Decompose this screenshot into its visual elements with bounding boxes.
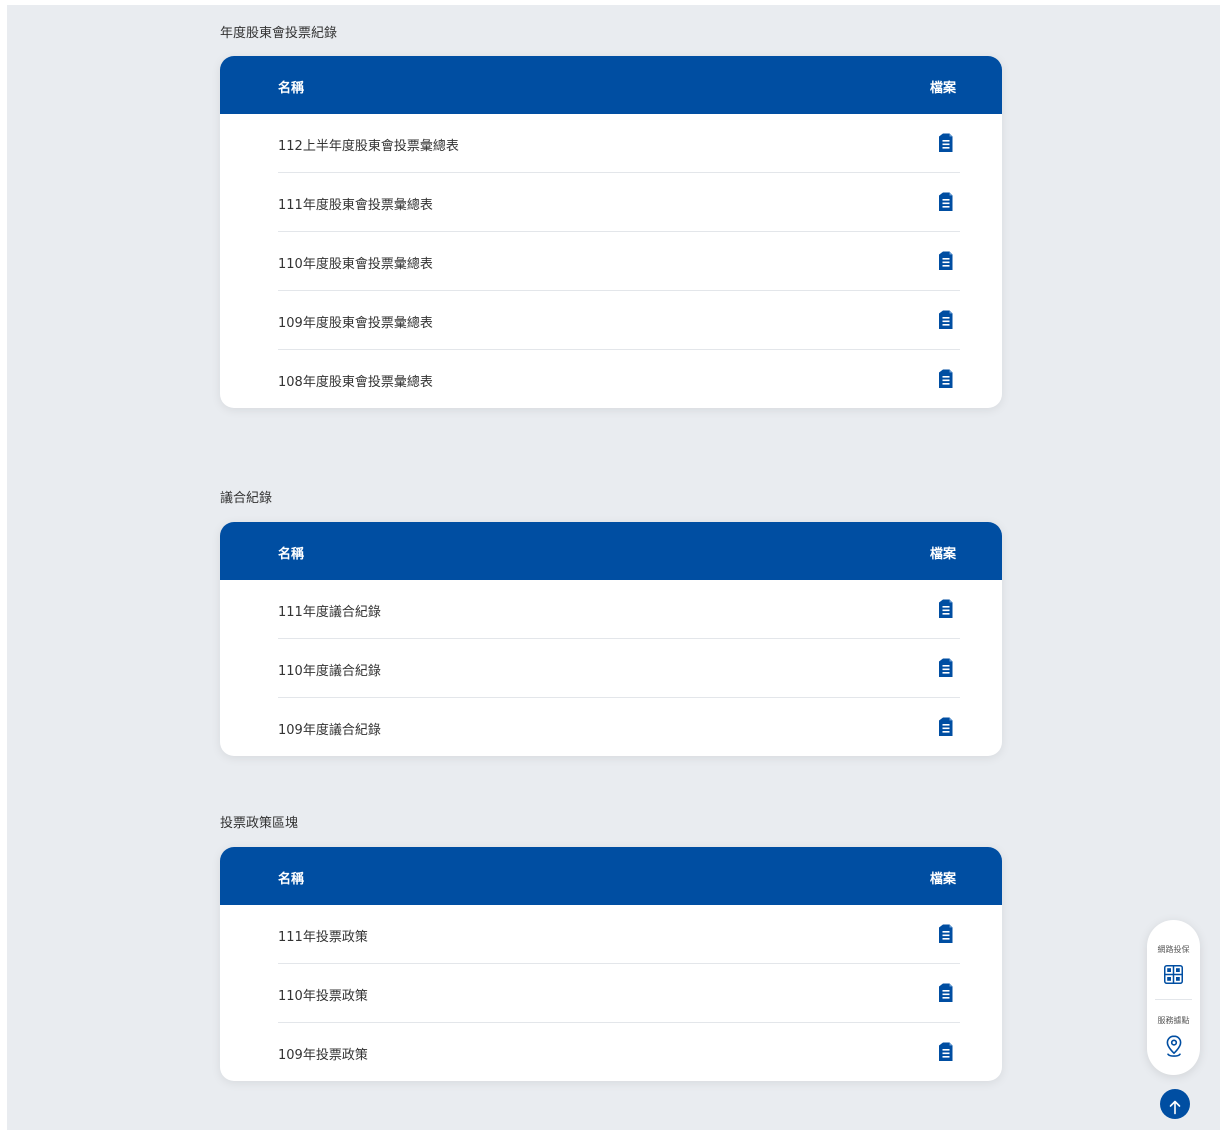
document-icon[interactable] bbox=[939, 1042, 953, 1062]
table-row[interactable]: 112上半年度股東會投票彙總表 bbox=[278, 114, 960, 173]
records-table: 名稱 檔案 111年度議合紀錄 110年度議合紀錄 109年度議合紀錄 bbox=[220, 522, 1002, 756]
document-icon[interactable] bbox=[939, 310, 953, 330]
column-header-name: 名稱 bbox=[278, 872, 305, 887]
row-name[interactable]: 109年度股東會投票彙總表 bbox=[278, 312, 433, 331]
location-pin-icon bbox=[1165, 1035, 1183, 1057]
column-header-file: 檔案 bbox=[929, 547, 956, 562]
column-header-name: 名稱 bbox=[278, 547, 305, 562]
document-icon[interactable] bbox=[939, 192, 953, 212]
menu-divider bbox=[1155, 999, 1192, 1000]
column-header-name: 名稱 bbox=[278, 81, 305, 96]
document-icon[interactable] bbox=[939, 983, 953, 1003]
table-row[interactable]: 109年投票政策 bbox=[278, 1023, 960, 1081]
table-header: 名稱 檔案 bbox=[220, 522, 1002, 580]
grid-icon bbox=[1164, 965, 1183, 984]
document-icon[interactable] bbox=[939, 658, 953, 678]
table-body: 112上半年度股東會投票彙總表 111年度股東會投票彙總表 110年度股東會投票… bbox=[220, 114, 1002, 408]
row-name[interactable]: 108年度股東會投票彙總表 bbox=[278, 371, 433, 390]
document-icon[interactable] bbox=[939, 924, 953, 944]
row-name[interactable]: 111年度議合紀錄 bbox=[278, 601, 381, 620]
document-icon[interactable] bbox=[939, 599, 953, 619]
column-header-file: 檔案 bbox=[929, 872, 956, 887]
table-row[interactable]: 110年度股東會投票彙總表 bbox=[278, 232, 960, 291]
table-row[interactable]: 108年度股東會投票彙總表 bbox=[278, 350, 960, 408]
document-icon[interactable] bbox=[939, 251, 953, 271]
table-row[interactable]: 110年投票政策 bbox=[278, 964, 960, 1023]
row-name[interactable]: 112上半年度股東會投票彙總表 bbox=[278, 135, 459, 154]
section-title: 議合紀錄 bbox=[220, 491, 273, 506]
table-body: 111年度議合紀錄 110年度議合紀錄 109年度議合紀錄 bbox=[220, 580, 1002, 756]
back-to-top-button[interactable] bbox=[1160, 1089, 1190, 1119]
table-row[interactable]: 109年度股東會投票彙總表 bbox=[278, 291, 960, 350]
arrow-up-icon bbox=[1168, 1096, 1182, 1115]
document-icon[interactable] bbox=[939, 133, 953, 153]
row-name[interactable]: 110年度議合紀錄 bbox=[278, 660, 381, 679]
records-table: 名稱 檔案 112上半年度股東會投票彙總表 111年度股東會投票彙總表 110年… bbox=[220, 56, 1002, 408]
records-table: 名稱 檔案 111年投票政策 110年投票政策 109年投票政策 bbox=[220, 847, 1002, 1081]
online-insurance-label: 網路投保 bbox=[1157, 945, 1190, 954]
table-body: 111年投票政策 110年投票政策 109年投票政策 bbox=[220, 905, 1002, 1081]
service-locations-button[interactable]: 服務據點 bbox=[1147, 1015, 1200, 1085]
column-header-file: 檔案 bbox=[929, 81, 956, 96]
table-row[interactable]: 109年度議合紀錄 bbox=[278, 698, 960, 756]
online-insurance-button[interactable]: 網路投保 bbox=[1147, 944, 1200, 1014]
service-locations-label: 服務據點 bbox=[1157, 1016, 1190, 1025]
table-row[interactable]: 111年投票政策 bbox=[278, 905, 960, 964]
table-header: 名稱 檔案 bbox=[220, 847, 1002, 905]
table-row[interactable]: 111年度議合紀錄 bbox=[278, 580, 960, 639]
table-row[interactable]: 110年度議合紀錄 bbox=[278, 639, 960, 698]
section-title: 投票政策區塊 bbox=[220, 816, 299, 831]
row-name[interactable]: 110年度股東會投票彙總表 bbox=[278, 253, 433, 272]
row-name[interactable]: 109年度議合紀錄 bbox=[278, 719, 381, 738]
floating-quick-menu: 網路投保 服務據點 bbox=[1147, 920, 1200, 1075]
table-header: 名稱 檔案 bbox=[220, 56, 1002, 114]
document-icon[interactable] bbox=[939, 717, 953, 737]
row-name[interactable]: 111年投票政策 bbox=[278, 926, 368, 945]
row-name[interactable]: 109年投票政策 bbox=[278, 1044, 368, 1063]
row-name[interactable]: 111年度股東會投票彙總表 bbox=[278, 194, 433, 213]
document-icon[interactable] bbox=[939, 369, 953, 389]
table-row[interactable]: 111年度股東會投票彙總表 bbox=[278, 173, 960, 232]
row-name[interactable]: 110年投票政策 bbox=[278, 985, 368, 1004]
section-title: 年度股東會投票紀錄 bbox=[220, 26, 338, 41]
